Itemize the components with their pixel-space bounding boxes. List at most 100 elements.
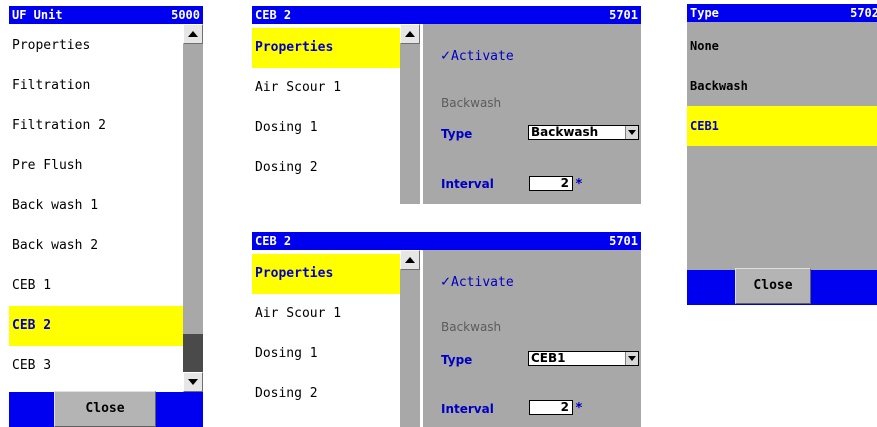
nav-item-air-scour-1[interactable]: Air Scour 1 [252, 68, 400, 108]
list-item-ceb-3[interactable]: CEB 3 [9, 346, 183, 386]
list-item-pre-flush[interactable]: Pre Flush [9, 146, 183, 186]
option-label: CEB1 [690, 119, 719, 133]
nav-item-label: Dosing 2 [255, 386, 318, 401]
list-item-filtration-2[interactable]: Filtration 2 [9, 106, 183, 146]
interval-label: Interval [441, 402, 494, 416]
nav-item-label: Air Scour 1 [255, 306, 342, 321]
scroll-up-button[interactable] [183, 24, 203, 44]
type-label: Type [441, 353, 473, 367]
close-button[interactable]: Close [735, 268, 811, 304]
option-backwash[interactable]: Backwash [687, 66, 877, 106]
panel-title: UF Unit [12, 8, 63, 22]
nav-item-properties[interactable]: Properties [252, 28, 400, 68]
ceb2-panel-backwash: CEB 2 5701 Properties Air Scour 1 Dosing… [252, 6, 641, 204]
type-select-value: Backwash [531, 125, 599, 139]
activate-checkbox[interactable]: ✓Activate [441, 46, 514, 64]
scrollbar-thumb[interactable] [183, 334, 203, 372]
dropdown-button[interactable] [625, 126, 638, 139]
list-item-label: Pre Flush [12, 158, 83, 173]
section-label-backwash: Backwash [441, 320, 502, 334]
chevron-down-icon [628, 130, 636, 135]
nav-item-dosing-1[interactable]: Dosing 1 [252, 334, 400, 374]
list-item-filtration[interactable]: Filtration [9, 66, 183, 106]
list-item-label: Back wash 1 [12, 198, 99, 213]
list-item-label: Back wash 2 [12, 238, 99, 253]
section-label-backwash: Backwash [441, 96, 502, 110]
list-item-label: Filtration 2 [12, 118, 106, 133]
type-label: Type [441, 127, 473, 141]
ceb2-properties-pane: ✓Activate Backwash Type Backwash Interva… [423, 24, 641, 204]
activate-label: Activate [451, 275, 514, 290]
chevron-up-icon [188, 31, 198, 37]
ceb2-scrollbar[interactable] [400, 250, 420, 427]
panel-number: 5701 [609, 234, 638, 248]
nav-item-label: Dosing 1 [255, 346, 318, 361]
type-dialog: Type 5702 None Backwash CEB1 Close [687, 4, 877, 305]
interval-input[interactable]: 2 [529, 400, 573, 415]
scroll-up-button[interactable] [400, 24, 420, 44]
list-item-back-wash-1[interactable]: Back wash 1 [9, 186, 183, 226]
nav-item-dosing-1[interactable]: Dosing 1 [252, 108, 400, 148]
ceb2-nav-list: Properties Air Scour 1 Dosing 1 Dosing 2 [252, 24, 400, 204]
checkmark-icon: ✓ [441, 272, 451, 290]
type-dialog-title-bar: Type 5702 [687, 4, 877, 22]
chevron-down-icon [628, 356, 636, 361]
type-select-value: CEB1 [531, 351, 566, 365]
option-ceb1[interactable]: CEB1 [687, 106, 877, 146]
list-item-label: Properties [12, 38, 91, 53]
ceb2-panel-ceb1: CEB 2 5701 Properties Air Scour 1 Dosing… [252, 232, 641, 427]
list-item-ceb-1[interactable]: CEB 1 [9, 266, 183, 306]
nav-item-label: Properties [255, 266, 334, 281]
dropdown-button[interactable] [625, 352, 638, 365]
interval-input[interactable]: 2 [529, 176, 573, 191]
list-item-back-wash-2[interactable]: Back wash 2 [9, 226, 183, 266]
chevron-down-icon [188, 379, 198, 385]
list-item-label: CEB 1 [12, 278, 52, 293]
scroll-down-button[interactable] [183, 372, 203, 392]
nav-item-label: Air Scour 1 [255, 80, 342, 95]
option-none[interactable]: None [687, 26, 877, 66]
option-label: Backwash [690, 79, 748, 93]
ceb2-nav-list: Properties Air Scour 1 Dosing 1 Dosing 2 [252, 250, 400, 427]
checkmark-icon: ✓ [441, 46, 451, 64]
panel-title: CEB 2 [255, 234, 292, 248]
panel-number: 5701 [609, 8, 638, 22]
nav-item-air-scour-1[interactable]: Air Scour 1 [252, 294, 400, 334]
close-button[interactable]: Close [54, 391, 156, 427]
list-item-ceb-2[interactable]: CEB 2 [9, 306, 183, 346]
required-marker: * [575, 177, 583, 192]
uf-unit-scrollbar[interactable] [183, 24, 203, 392]
chevron-up-icon [405, 257, 415, 263]
required-marker: * [575, 401, 583, 416]
type-select[interactable]: Backwash [528, 125, 639, 140]
list-item-label: CEB 3 [12, 358, 52, 373]
chevron-up-icon [405, 31, 415, 37]
nav-item-label: Dosing 1 [255, 120, 318, 135]
option-label: None [690, 39, 719, 53]
ceb2-title-bar: CEB 2 5701 [252, 232, 641, 250]
nav-item-label: Dosing 2 [255, 160, 318, 175]
type-select[interactable]: CEB1 [528, 351, 639, 366]
ceb2-properties-pane: ✓Activate Backwash Type CEB1 Interval 2 … [423, 250, 641, 427]
list-item-properties[interactable]: Properties [9, 26, 183, 66]
uf-unit-title-bar: UF Unit 5000 [9, 6, 203, 24]
scroll-up-button[interactable] [400, 250, 420, 270]
nav-item-dosing-2[interactable]: Dosing 2 [252, 148, 400, 188]
panel-title: CEB 2 [255, 8, 292, 22]
nav-item-properties[interactable]: Properties [252, 254, 400, 294]
interval-label: Interval [441, 177, 494, 191]
panel-number: 5000 [171, 8, 200, 22]
activate-label: Activate [451, 49, 514, 64]
list-item-label: CEB 2 [12, 318, 52, 333]
type-options-list: None Backwash CEB1 [687, 22, 877, 270]
uf-unit-list: Properties Filtration Filtration 2 Pre F… [9, 24, 183, 392]
nav-item-dosing-2[interactable]: Dosing 2 [252, 374, 400, 414]
uf-unit-panel: UF Unit 5000 Properties Filtration Filtr… [9, 6, 203, 427]
list-item-label: Filtration [12, 78, 91, 93]
nav-item-label: Properties [255, 40, 334, 55]
ceb2-scrollbar[interactable] [400, 24, 420, 204]
panel-number: 5702 [850, 6, 877, 20]
ceb2-title-bar: CEB 2 5701 [252, 6, 641, 24]
panel-title: Type [690, 6, 719, 20]
activate-checkbox[interactable]: ✓Activate [441, 272, 514, 290]
